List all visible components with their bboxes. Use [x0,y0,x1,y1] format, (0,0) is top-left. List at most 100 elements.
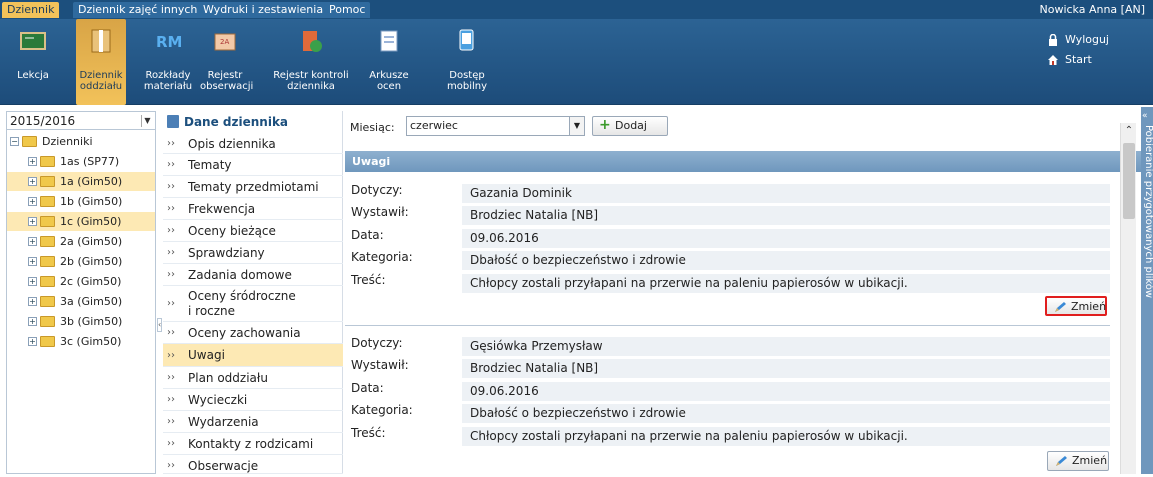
tree-label: 1c (Gim50) [60,215,122,228]
nav-item-obserwacje[interactable]: ›› Obserwacje [163,455,343,474]
downloads-side-panel[interactable]: « Pobieranie przygotowanych plików [1141,107,1153,474]
tree-label: 2a (Gim50) [60,235,123,248]
rejestr-obserwacji-button[interactable]: 2A Rejestr obserwacji [200,19,254,105]
tree-label: Dzienniki [42,135,93,148]
top-menu-bar: Dziennik Dziennik zajęć innych Wydruki i… [0,0,1153,19]
menu-tab-wydruki[interactable]: Wydruki i zestawienia [198,2,329,18]
lekcja-button[interactable]: Lekcja [15,19,51,105]
logout-button[interactable]: Wyloguj [1047,33,1153,46]
note-content: Chłopcy zostali przyłapani na przerwie n… [462,274,1110,293]
label-kategoria: Kategoria: [351,250,413,264]
chevron-right-icon: ›› [167,203,175,214]
ribbon-label: Dziennik oddziału [79,70,123,92]
vertical-scrollbar[interactable]: ⌃ [1120,123,1136,474]
label-tresc: Treść: [351,273,386,287]
board-icon [20,32,46,50]
nav-item-oceny-biezace[interactable]: ›› Oceny bieżące [163,220,343,242]
ribbon-label: Lekcja [17,70,49,81]
edit-note-button[interactable]: Zmień [1045,296,1107,316]
menu-tab-pomoc[interactable]: Pomoc [324,2,371,18]
pencil-icon [1056,456,1067,466]
month-select[interactable]: czerwiec ▼ [406,116,585,136]
chevron-down-icon[interactable]: ▼ [141,115,153,127]
ribbon-toolbar: Lekcja Dziennik oddziału RM Rozkłady mater… [0,19,1153,105]
nav-item-oceny-zachowania[interactable]: ›› Oceny zachowania [163,322,343,344]
expand-icon[interactable]: + [28,237,37,246]
scrollbar-thumb[interactable] [1123,143,1135,219]
collapse-panel-handle[interactable]: ‹ [157,318,162,332]
tree-item-2b[interactable]: +2b (Gim50) [7,252,155,271]
nav-item-kontakty-z-rodzicami[interactable]: ›› Kontakty z rodzicami [163,433,343,455]
tree-item-2a[interactable]: +2a (Gim50) [7,232,155,251]
add-note-button[interactable]: + Dodaj [592,116,668,136]
school-year-select[interactable]: 2015/2016 ▼ [7,112,155,130]
chevron-right-icon: ›› [167,372,175,383]
nav-item-wydarzenia[interactable]: ›› Wydarzenia [163,411,343,433]
month-label: Miesiąc: [350,121,395,134]
nav-item-opis-dziennika[interactable]: ›› Opis dziennika [163,134,343,154]
note-student: Gazania Dominik [462,184,1110,203]
label-dotyczy: Dotyczy: [351,336,403,350]
dziennik-oddzialu-button[interactable]: Dziennik oddziału [76,19,126,105]
chevron-right-icon: ›› [167,247,175,258]
tree-label: 2c (Gim50) [60,275,122,288]
arkusze-ocen-button[interactable]: Arkusze ocen [369,19,409,105]
journal-tree-panel: 2015/2016 ▼ − Dzienniki +1as (SP77) +1a (… [6,111,156,474]
expand-icon[interactable]: + [28,197,37,206]
label-dotyczy: Dotyczy: [351,183,403,197]
nav-item-wycieczki[interactable]: ›› Wycieczki [163,389,343,411]
nav-item-zadania-domowe[interactable]: ›› Zadania domowe [163,264,343,286]
start-button[interactable]: Start [1047,53,1153,66]
folder-icon [40,276,55,287]
tree-label: 2b (Gim50) [60,255,123,268]
user-name[interactable]: Nowicka Anna [AN] [1039,2,1145,18]
expand-icon[interactable]: + [28,217,37,226]
note-author: Brodziec Natalia [NB] [462,359,1110,378]
tree-item-1a[interactable]: +1a (Gim50) [7,172,155,191]
tree-root-dzienniki[interactable]: − Dzienniki [7,132,155,151]
note-category: Dbałość o bezpieczeństwo i zdrowie [462,251,1110,270]
chevron-right-icon: ›› [167,225,175,236]
rm-icon: RM [156,33,181,51]
tree-item-2c[interactable]: +2c (Gim50) [7,272,155,291]
lock-icon [1049,34,1057,46]
expand-icon[interactable]: + [28,317,37,326]
menu-tab-dziennik-zajec-innych[interactable]: Dziennik zajęć innych [73,2,203,18]
label-data: Data: [351,228,384,242]
label-kategoria: Kategoria: [351,403,413,417]
school-year-value: 2015/2016 [10,114,76,128]
chevron-right-icon: ›› [167,350,175,361]
edit-note-button[interactable]: Zmień [1047,451,1109,471]
scroll-up-icon[interactable]: ⌃ [1121,123,1137,139]
rozklady-materialu-button[interactable]: RM Rozkłady materiału [143,19,193,105]
expand-icon[interactable]: + [28,337,37,346]
chevron-down-icon[interactable]: ▼ [569,117,584,135]
collapse-icon[interactable]: − [10,137,19,146]
ribbon-label: Rozkłady materiału [143,70,193,92]
dostep-mobilny-button[interactable]: Dostęp mobilny [442,19,492,105]
expand-icon[interactable]: + [28,257,37,266]
nav-item-frekwencja[interactable]: ›› Frekwencja [163,198,343,220]
expand-icon[interactable]: + [28,177,37,186]
menu-tab-dziennik[interactable]: Dziennik [2,2,60,18]
tree-item-1as[interactable]: +1as (SP77) [7,152,155,171]
tree-item-3a[interactable]: +3a (Gim50) [7,292,155,311]
tree-item-3b[interactable]: +3b (Gim50) [7,312,155,331]
nav-item-sprawdziany[interactable]: ›› Sprawdziany [163,242,343,264]
nav-item-plan-oddzialu[interactable]: ›› Plan oddziału [163,367,343,389]
nav-item-tematy[interactable]: ›› Tematy [163,154,343,176]
rejestr-kontroli-button[interactable]: Rejestr kontroli dziennika [270,19,352,105]
ribbon-label: Rejestr obserwacji [200,70,254,92]
tree-item-1b[interactable]: +1b (Gim50) [7,192,155,211]
expand-icon[interactable]: + [28,277,37,286]
nav-item-oceny-srodroczne[interactable]: ›› Oceny śródroczne i roczne [163,286,343,322]
nav-item-uwagi[interactable]: ›› Uwagi [163,344,343,367]
expand-icon[interactable]: + [28,157,37,166]
journal-sections-nav: Dane dziennika ›› Opis dziennika ›› Tematy… [163,111,343,474]
nav-item-tematy-przedmiotami[interactable]: ›› Tematy przedmiotami [163,176,343,198]
tree-item-1c[interactable]: +1c (Gim50) [7,212,155,231]
folder-icon [40,236,55,247]
tree-item-3c[interactable]: +3c (Gim50) [7,332,155,351]
expand-panel-icon[interactable]: « [1142,111,1148,121]
expand-icon[interactable]: + [28,297,37,306]
